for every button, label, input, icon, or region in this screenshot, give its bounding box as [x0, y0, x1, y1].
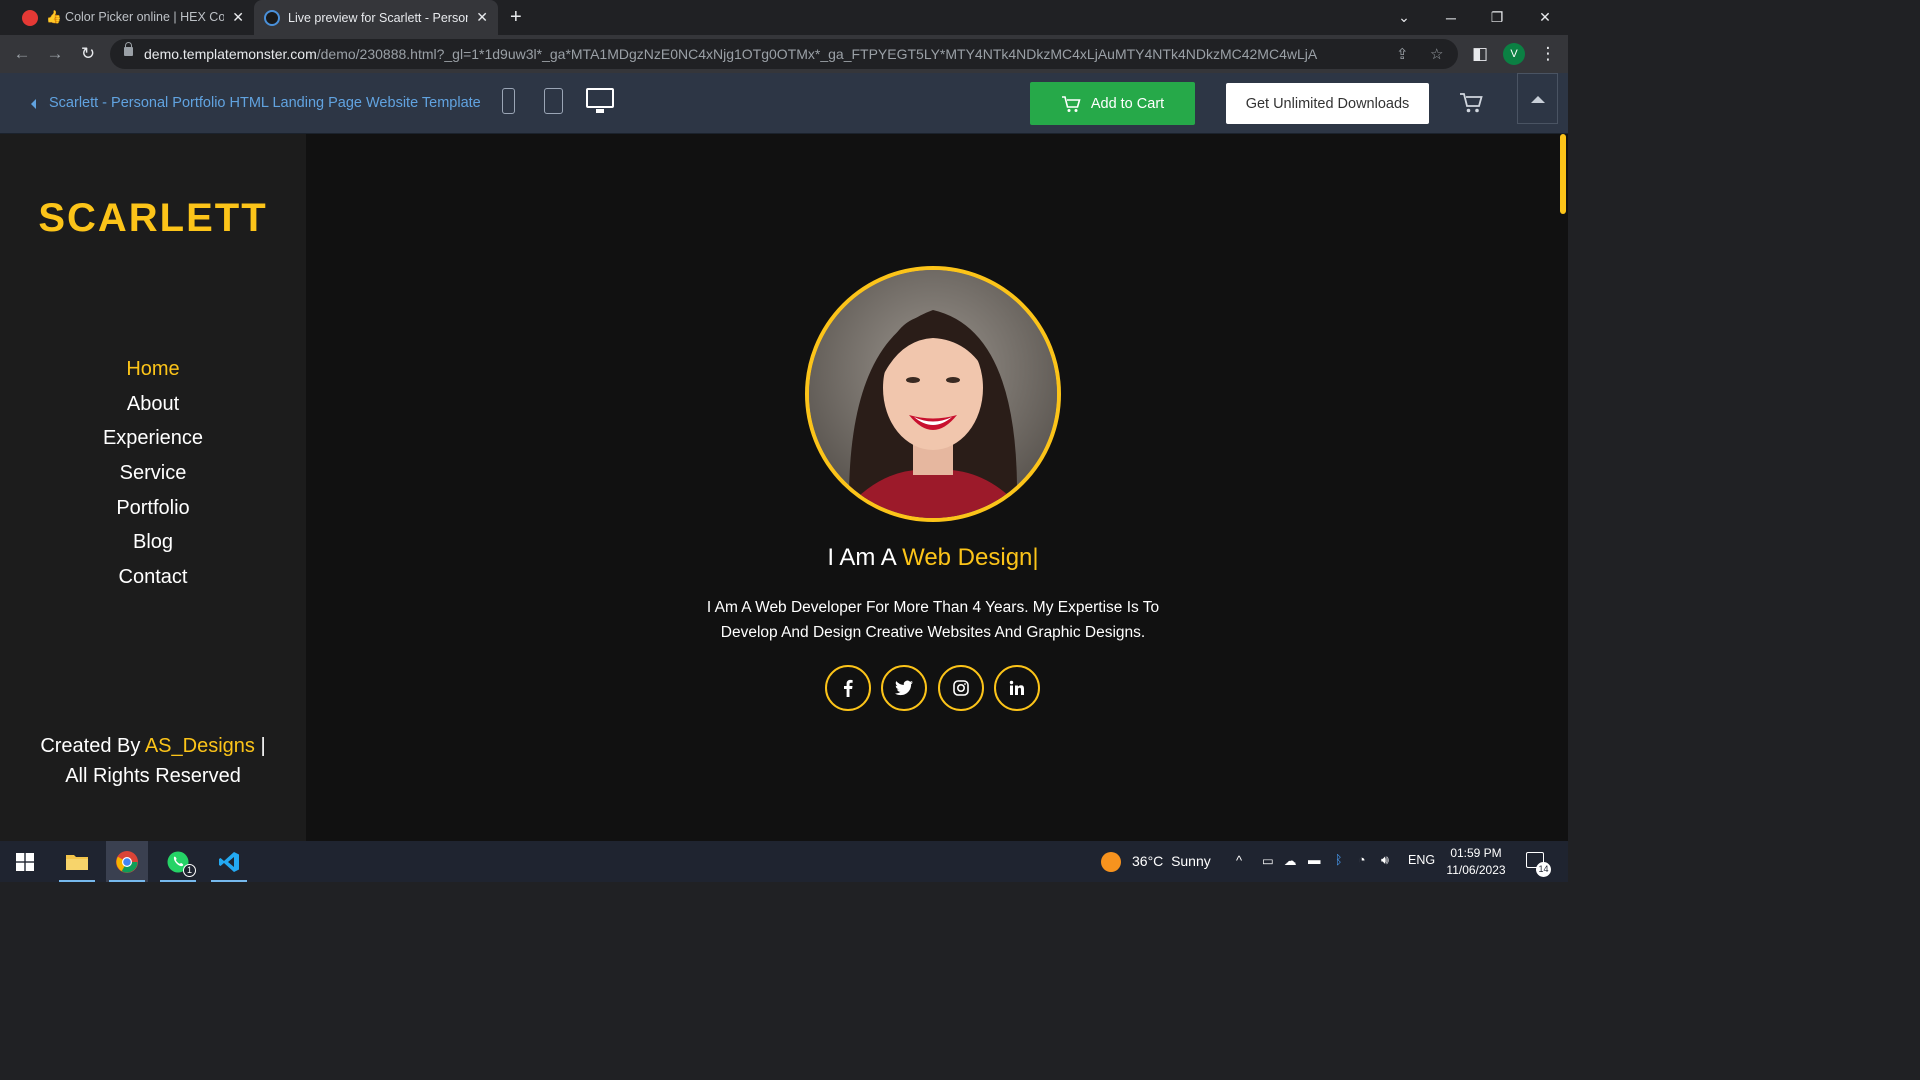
language-indicator[interactable]: ENG [1408, 853, 1435, 867]
desktop-stand [596, 109, 604, 113]
close-tab-icon[interactable]: ✕ [232, 9, 244, 26]
tab-title: 👍 Color Picker online | HEX Colo [46, 10, 225, 24]
battery-icon[interactable]: ▬ [1308, 853, 1321, 867]
vscode-glyph [219, 851, 239, 872]
get-unlimited-downloads-button[interactable]: Get Unlimited Downloads [1226, 83, 1429, 124]
twitter-icon [895, 680, 913, 696]
nav-item-home[interactable]: Home [0, 352, 306, 387]
folder-glyph [66, 854, 88, 870]
share-icon[interactable]: ⇪ [1396, 45, 1409, 63]
linkedin-icon [1009, 680, 1024, 695]
vscode-taskbar-icon[interactable] [208, 841, 250, 882]
volume-icon[interactable]: 🔊︎ [1381, 853, 1389, 868]
shopping-cart-icon[interactable] [1459, 92, 1483, 114]
twitter-button[interactable] [881, 665, 927, 711]
profile-avatar[interactable]: V [1503, 43, 1525, 65]
templatemonster-favicon-icon [264, 9, 280, 26]
intro-line: Develop And Design Creative Websites And… [720, 623, 1146, 641]
tablet-view-icon[interactable] [544, 88, 563, 114]
instagram-button[interactable] [938, 665, 984, 711]
tab-title: Live preview for Scarlett - Person [288, 10, 469, 25]
tab-live-preview[interactable]: Live preview for Scarlett - Person ✕ [254, 0, 498, 35]
windows-start-icon[interactable] [4, 841, 46, 882]
site-logo[interactable]: SCARLETT [0, 196, 306, 241]
credits-suffix: | [254, 735, 266, 757]
forward-arrow-icon[interactable]: → [44, 43, 66, 65]
back-arrow-icon[interactable]: ← [11, 43, 33, 65]
nav-item-about[interactable]: About [0, 387, 306, 422]
chrome-taskbar-icon[interactable] [106, 841, 148, 882]
side-panel-icon[interactable]: ◧ [1469, 43, 1491, 65]
intro-line: I Am A Web Developer For More Than 4 Yea… [706, 599, 1160, 616]
nav-item-contact[interactable]: Contact [0, 560, 306, 595]
hero-headline: I Am A Web Design| [306, 544, 1560, 572]
page-scrollbar-thumb[interactable] [1560, 134, 1566, 214]
author-link[interactable]: AS_Designs [145, 735, 255, 757]
tab-color-picker[interactable]: 👍 Color Picker online | HEX Colo ✕ [12, 0, 254, 35]
headline-prefix: I Am A [827, 544, 903, 571]
onedrive-cloud-icon[interactable]: ☁ [1284, 853, 1297, 868]
facebook-button[interactable] [825, 665, 871, 711]
mobile-view-icon[interactable] [502, 88, 515, 114]
whatsapp-taskbar-icon[interactable]: 1 [157, 841, 199, 882]
whatsapp-badge: 1 [183, 864, 196, 877]
reload-icon[interactable]: ↻ [77, 43, 99, 65]
cart-icon [1061, 95, 1081, 112]
weather-condition: Sunny [1171, 853, 1211, 869]
add-to-cart-label: Add to Cart [1090, 95, 1165, 112]
typed-role-text: Web Design| [902, 544, 1039, 571]
desktop-view-icon[interactable] [586, 88, 614, 108]
facebook-icon [844, 679, 853, 697]
profile-photo [805, 266, 1061, 522]
browser-toolbar: ← → ↻ demo.templatemonster.com/demo/2308… [0, 35, 1568, 73]
credits-prefix: Created By [40, 735, 145, 757]
clock-time: 01:59 PM [1450, 846, 1502, 860]
bookmark-star-icon[interactable]: ☆ [1430, 45, 1443, 63]
restore-icon[interactable]: ❐ [1474, 0, 1520, 35]
nav-item-experience[interactable]: Experience [0, 421, 306, 456]
sun-weather-icon[interactable] [1101, 852, 1121, 872]
url-text[interactable]: demo.templatemonster.com/demo/230888.htm… [144, 46, 1317, 62]
notification-count-badge: 14 [1536, 862, 1551, 877]
instagram-icon [953, 680, 969, 696]
minimize-icon[interactable]: ─ [1428, 0, 1474, 35]
rights-text: All Rights Reserved [65, 765, 241, 787]
close-tab-icon[interactable]: ✕ [476, 9, 488, 26]
show-hidden-icons-chevron-up-icon[interactable]: ^ [1236, 853, 1242, 868]
wifi-icon[interactable]: ◔ [1358, 853, 1366, 867]
file-explorer-icon[interactable] [56, 841, 98, 882]
template-title-link[interactable]: Scarlett - Personal Portfolio HTML Landi… [49, 95, 481, 111]
address-bar[interactable]: demo.templatemonster.com/demo/230888.htm… [110, 39, 1458, 69]
tab-strip: 👍 Color Picker online | HEX Colo ✕ Live … [0, 0, 1568, 35]
chrome-glyph [116, 850, 138, 873]
weather-widget[interactable]: 36°C Sunny [1132, 853, 1211, 869]
nav-item-portfolio[interactable]: Portfolio [0, 491, 306, 526]
color-picker-favicon-icon [22, 9, 38, 26]
nav-item-service[interactable]: Service [0, 456, 306, 491]
linkedin-button[interactable] [994, 665, 1040, 711]
page-scrollbar[interactable] [1559, 134, 1568, 841]
back-triangle-icon[interactable] [31, 99, 36, 109]
windows-logo [16, 852, 34, 871]
collapse-bar-chevron-up-icon[interactable] [1517, 73, 1558, 124]
close-window-icon[interactable]: ✕ [1522, 0, 1568, 35]
footer-credits: Created By AS_Designs | All Rights Reser… [0, 731, 306, 791]
weather-temp: 36°C [1132, 853, 1164, 869]
nav-item-blog[interactable]: Blog [0, 525, 306, 560]
meet-now-icon[interactable]: ▭ [1262, 853, 1274, 868]
new-tab-icon[interactable]: + [510, 6, 522, 29]
site-nav: Home About Experience Service Portfolio … [0, 352, 306, 595]
hero-intro: I Am A Web Developer For More Than 4 Yea… [306, 596, 1560, 645]
lock-icon [124, 42, 133, 56]
browser-menu-icon[interactable]: ⋮ [1537, 43, 1559, 65]
tab-search-chevron-down-icon[interactable]: ⌄ [1381, 0, 1427, 35]
taskbar-clock[interactable]: 01:59 PM 11/06/2023 [1440, 845, 1512, 879]
portrait-image [809, 270, 1057, 518]
add-to-cart-button[interactable]: Add to Cart [1030, 82, 1195, 125]
clock-date: 11/06/2023 [1446, 863, 1506, 877]
bluetooth-icon[interactable]: ᛒ [1335, 853, 1343, 867]
